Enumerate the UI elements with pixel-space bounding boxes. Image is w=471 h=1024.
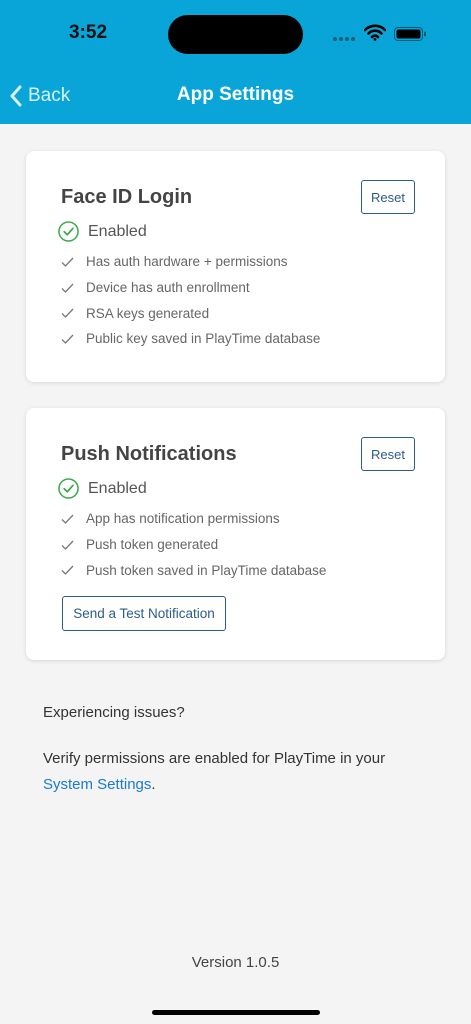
face-id-status-label: Enabled <box>88 222 147 240</box>
face-id-reset-button[interactable]: Reset <box>361 180 415 214</box>
push-status: Enabled <box>58 478 147 499</box>
push-reset-button[interactable]: Reset <box>361 437 415 471</box>
status-time: 3:52 <box>69 22 108 43</box>
list-item: Device has auth enrollment <box>61 275 320 301</box>
send-test-notification-button[interactable]: Send a Test Notification <box>62 596 226 631</box>
issues-text: Experiencing issues? <box>43 704 185 721</box>
checkmark-icon <box>61 308 86 319</box>
face-id-check-list: Has auth hardware + permissions Device h… <box>61 249 320 352</box>
face-id-status: Enabled <box>58 221 147 242</box>
push-status-label: Enabled <box>88 479 147 497</box>
list-item: Public key saved in PlayTime database <box>61 326 320 352</box>
list-item: Has auth hardware + permissions <box>61 249 320 275</box>
checkmark-icon <box>61 565 86 576</box>
dynamic-island <box>168 15 303 54</box>
check-circle-icon <box>58 478 79 499</box>
version-label: Version 1.0.5 <box>191 954 280 971</box>
face-id-card: Face ID Login Reset Enabled Has auth har… <box>26 151 445 382</box>
battery-icon <box>394 27 426 41</box>
signal-icon <box>333 37 355 41</box>
verify-prefix: Verify permissions are enabled for PlayT… <box>43 750 386 767</box>
list-item: Push token generated <box>61 532 326 558</box>
checkmark-icon <box>61 514 86 524</box>
checkmark-icon <box>61 334 86 344</box>
check-circle-icon <box>58 221 79 242</box>
push-check-list: App has notification permissions Push to… <box>61 506 326 583</box>
page-title: App Settings <box>176 84 295 105</box>
system-settings-link[interactable]: System Settings <box>43 776 151 793</box>
home-indicator[interactable] <box>152 1010 320 1015</box>
list-item: Push token saved in PlayTime database <box>61 557 326 583</box>
nav-header: 3:52 Back App Settings <box>0 0 471 124</box>
list-item: App has notification permissions <box>61 506 326 532</box>
face-id-title: Face ID Login <box>61 186 193 208</box>
list-item: RSA keys generated <box>61 300 320 326</box>
push-title: Push Notifications <box>61 443 237 465</box>
verify-suffix: . <box>151 776 156 793</box>
checkmark-icon <box>61 540 86 550</box>
wifi-icon <box>364 24 386 41</box>
checkmark-icon <box>61 257 86 267</box>
checkmark-icon <box>61 283 86 293</box>
verify-text: Verify permissions are enabled for PlayT… <box>43 746 443 798</box>
push-notifications-card: Push Notifications Reset Enabled App has… <box>26 408 445 660</box>
